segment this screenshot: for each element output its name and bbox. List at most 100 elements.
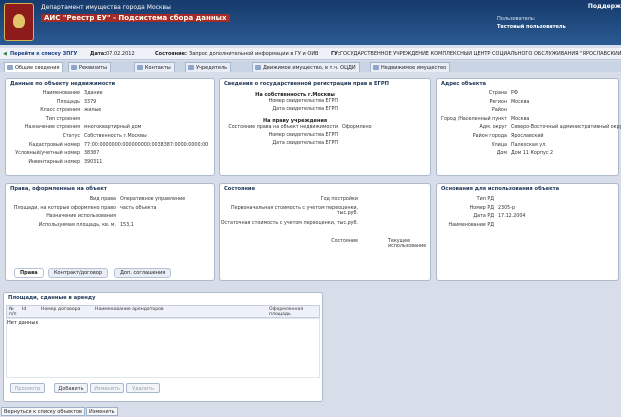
field-label: Дом	[496, 151, 507, 157]
field-label: Район	[491, 108, 507, 114]
field-value: 17.12.2004	[498, 214, 526, 220]
support-link[interactable]: Поддерж	[588, 3, 621, 10]
field-label: Улица	[491, 142, 507, 148]
back-to-list-link[interactable]: Перейти к списку ЗПГУ	[10, 51, 77, 57]
delete-button[interactable]: Удалить	[126, 383, 160, 393]
bottom-edit-button[interactable]: Изменить	[86, 407, 118, 416]
field-value: Ярославский	[511, 134, 544, 139]
tab-movable-property[interactable]: Движимое имущество, в т.ч. ОЦДИ	[252, 62, 360, 72]
field-value: 390311	[84, 159, 103, 165]
org-label: ГУ:	[331, 51, 341, 57]
user-name: Тестовый пользователь	[497, 24, 566, 30]
institution-heading: На праву учреждения	[262, 118, 328, 124]
object-data-title: Данные по объекту недвижимости	[10, 81, 116, 87]
field-value: Дом 11 Корпус 2	[511, 151, 554, 157]
field-value: Собственность г.Москвы	[84, 134, 147, 139]
field-value: Москва	[511, 116, 530, 122]
field-value: Северо-Восточный административный округ	[511, 125, 621, 131]
section-tabs: Общие сведения Реквизиты Контакты Учреди…	[0, 61, 621, 72]
subtab-additional-agreements[interactable]: Доп. соглашения	[114, 268, 172, 278]
field-label: Страна	[488, 91, 507, 96]
add-button[interactable]: Добавить	[54, 383, 88, 393]
field-value: Текущее использование	[388, 239, 427, 250]
field-label: Номер РД	[469, 205, 494, 211]
field-value: Палехская ул.	[511, 142, 547, 148]
state-panel: Состояние Год постройки Первоначальная ст…	[219, 183, 431, 281]
field-value: многоквартирный дом	[84, 125, 142, 131]
field-label: Назначение строения	[24, 125, 80, 131]
field-label: Регион	[489, 99, 507, 105]
field-label: Тип РД	[476, 197, 494, 202]
field-label: Площадь	[56, 99, 80, 105]
date-value: 07.02.2012	[106, 51, 135, 57]
state-value: Запрос дополнительной информации в ГУ и …	[189, 51, 319, 57]
field-label: Адм. округ	[479, 125, 507, 131]
department-title: Департамент имущества города Москвы	[41, 4, 171, 11]
tab-founder[interactable]: Учредитель	[185, 62, 232, 72]
info-bar: ◀ Перейти к списку ЗПГУ Дата: 07.02.2012…	[0, 48, 621, 60]
field-label: Используемая площадь, кв. м.	[38, 222, 116, 228]
field-label: Вид права	[89, 197, 116, 202]
ownership-heading: На собственность г.Москвы	[255, 92, 335, 98]
subtab-rights[interactable]: Права	[14, 268, 44, 278]
rights-panel: Права, оформленные на объект Права Контр…	[5, 183, 215, 281]
field-label: Назначение использования	[46, 214, 116, 220]
col-area[interactable]: Оформленная площадь	[269, 307, 319, 317]
field-value: 153,1	[120, 222, 134, 228]
field-value: 77:00:0000000:000000000:0038387:0000:000…	[84, 142, 209, 148]
field-value: 3379	[84, 99, 97, 105]
field-label: Тип строения	[45, 116, 80, 122]
date-label: Дата:	[90, 51, 107, 57]
col-contract-number[interactable]: Номер договора	[41, 307, 80, 312]
address-title: Адрес объекта	[441, 81, 486, 87]
col-tenants[interactable]: Наименование арендаторов	[95, 307, 164, 312]
field-label: Район города	[472, 134, 507, 139]
field-value: 2305-р	[498, 205, 515, 211]
rights-title: Права, оформленные на объект	[10, 186, 107, 192]
field-value: Оперативное управление	[120, 197, 186, 202]
field-label: Год постройки	[320, 197, 358, 202]
field-label: Площади, на которые оформлено право	[13, 205, 116, 211]
return-to-list-button[interactable]: Вернуться к списку объектов	[1, 407, 85, 416]
field-value: жилые	[84, 108, 102, 114]
field-value: Москва	[511, 99, 530, 105]
field-value: часть объекта	[120, 205, 157, 211]
col-number[interactable]: № п/п	[9, 307, 19, 317]
field-label: Дата свидетельства ЕГРП	[272, 107, 338, 112]
back-arrow-icon: ◀	[3, 51, 7, 57]
subtab-contract[interactable]: Контракт/договор	[48, 268, 109, 278]
system-title: АИС "Реестр ЕУ" - Подсистема сбора данны…	[41, 14, 230, 22]
field-label: Состояние	[331, 239, 358, 244]
state-label: Состояние:	[155, 51, 187, 57]
tab-real-estate[interactable]: Недвижимое имущество	[370, 62, 451, 72]
address-panel: Адрес объекта Страна РФ Регион Москва Район Г…	[436, 78, 621, 176]
edit-button[interactable]: Изменить	[90, 383, 124, 393]
view-button[interactable]: Просмотр	[10, 383, 45, 393]
field-label: Условный/учетный номер	[15, 151, 80, 157]
col-id[interactable]: Id	[22, 307, 26, 312]
field-label: Город /Населенный пункт	[441, 116, 507, 122]
field-label: Остаточная стоимость с учетом переоценки…	[220, 221, 358, 226]
lease-grid-header: № п/п Id Номер договора Наименование аре…	[6, 305, 320, 318]
field-label: Наименование РД	[448, 222, 494, 228]
field-value: Здание	[84, 91, 103, 96]
field-label: Статус	[62, 134, 80, 139]
field-value: Оформлено	[342, 125, 372, 130]
bottom-bar: Вернуться к списку объектов Изменить	[0, 406, 621, 417]
field-label: Номер свидетельства ЕГРП	[268, 99, 338, 104]
field-label: Состояние права на объект недвижимости	[228, 125, 338, 130]
tab-requisites[interactable]: Реквизиты	[68, 62, 112, 72]
user-label: Пользователь:	[497, 16, 536, 22]
field-value: РФ	[511, 91, 519, 96]
field-value: 38387	[84, 151, 100, 157]
tab-general[interactable]: Общие сведения	[4, 62, 64, 72]
tab-contacts[interactable]: Контакты	[134, 62, 175, 72]
object-data-panel: Данные по объекту недвижимости Наименова…	[5, 78, 215, 176]
moscow-emblem-icon	[4, 3, 34, 41]
basis-panel: Основания для использования объекта Тип …	[436, 183, 619, 281]
lease-grid-body[interactable]	[6, 318, 320, 378]
field-label: Инвентарный номер	[28, 159, 80, 165]
lease-title: Площади, сданные в аренду	[8, 295, 96, 301]
field-label: Кадастровый номер	[29, 142, 80, 148]
field-label: Номер свидетельства ЕГРП	[268, 133, 338, 138]
